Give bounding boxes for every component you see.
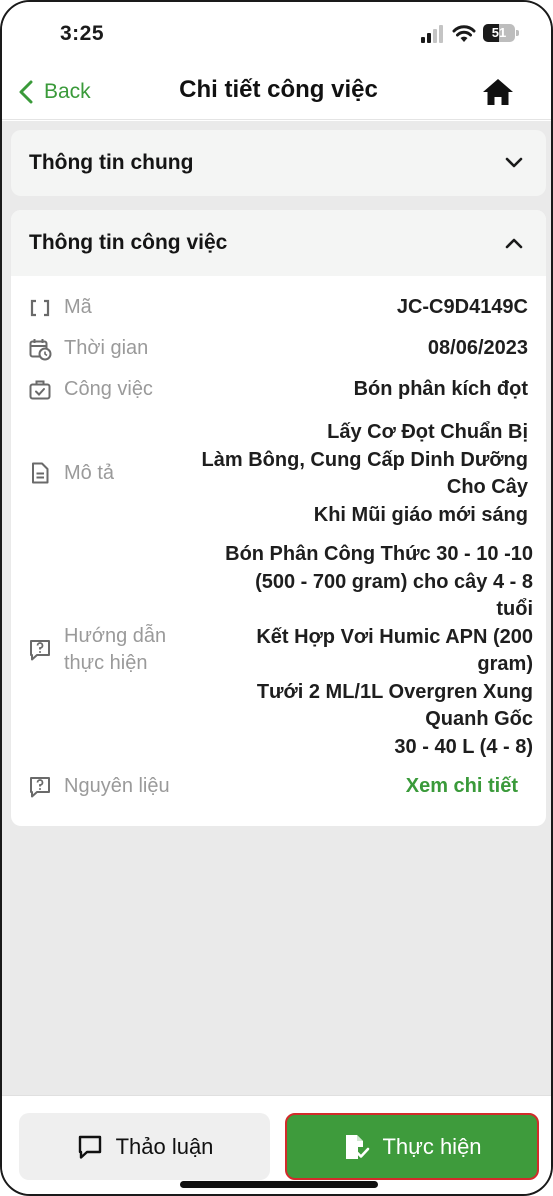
- brackets-icon: [30, 299, 50, 317]
- execute-label: Thực hiện: [382, 1133, 482, 1159]
- battery-level: 51: [491, 25, 507, 40]
- job-info-header[interactable]: Thông tin công việc: [11, 210, 546, 276]
- description-value: Lấy Cơ Đọt Chuẩn Bị Làm Bông, Cung Cấp D…: [201, 421, 528, 526]
- chat-bubble-icon: [78, 1135, 101, 1159]
- instruction-value: Bón Phân Công Thức 30 - 10 -10 (500 - 70…: [225, 543, 533, 758]
- battery-icon: 51: [483, 24, 519, 42]
- general-info-header[interactable]: Thông tin chung: [11, 130, 546, 196]
- chevron-up-icon: [505, 238, 523, 249]
- view-details-link[interactable]: Xem chi tiết: [406, 773, 518, 801]
- materials-label: Nguyên liệu: [64, 775, 170, 797]
- chevron-left-icon: [19, 80, 33, 104]
- time-label: Thời gian: [64, 337, 149, 359]
- description-label: Mô tả: [64, 462, 115, 484]
- document-icon: [32, 462, 49, 484]
- content-area: Thông tin chung Thông tin công việc Mã J…: [2, 121, 551, 1095]
- file-check-icon: [346, 1134, 370, 1159]
- phone-screen: 3:25 51 Back Chi tiết công việc Thông ti…: [0, 0, 553, 1196]
- code-label: Mã: [64, 296, 92, 318]
- chevron-down-icon: [505, 157, 523, 168]
- wifi-icon: [452, 25, 476, 42]
- job-info-section: Thông tin công việc Mã JC-C9D4149C Thời …: [11, 210, 546, 826]
- calendar-clock-icon: [29, 339, 52, 361]
- home-icon[interactable]: [481, 76, 515, 108]
- app-header: Back Chi tiết công việc: [2, 64, 551, 120]
- job-info-title: Thông tin công việc: [29, 231, 228, 254]
- briefcase-check-icon: [29, 380, 51, 400]
- home-indicator: [180, 1181, 378, 1188]
- status-bar: 3:25 51: [2, 2, 551, 64]
- help-chat-icon: [30, 640, 50, 661]
- discuss-label: Thảo luận: [115, 1133, 214, 1159]
- job-type-value: Bón phân kích đọt: [353, 378, 528, 400]
- instruction-label: Hướng dẫn thực hiện: [64, 625, 167, 674]
- general-info-section: Thông tin chung: [11, 130, 546, 196]
- code-value: JC-C9D4149C: [396, 296, 528, 318]
- back-label: Back: [44, 80, 91, 103]
- status-time: 3:25: [60, 22, 105, 45]
- page-title: Chi tiết công việc: [179, 76, 378, 103]
- time-value: 08/06/2023: [427, 337, 528, 359]
- execute-button[interactable]: Thực hiện: [285, 1113, 539, 1180]
- general-info-title: Thông tin chung: [29, 151, 194, 174]
- back-button[interactable]: Back: [18, 76, 91, 108]
- help-chat-icon: [30, 777, 50, 798]
- cellular-signal-icon: [421, 25, 443, 43]
- discuss-button[interactable]: Thảo luận: [19, 1113, 270, 1180]
- job-type-label: Công việc: [64, 378, 153, 400]
